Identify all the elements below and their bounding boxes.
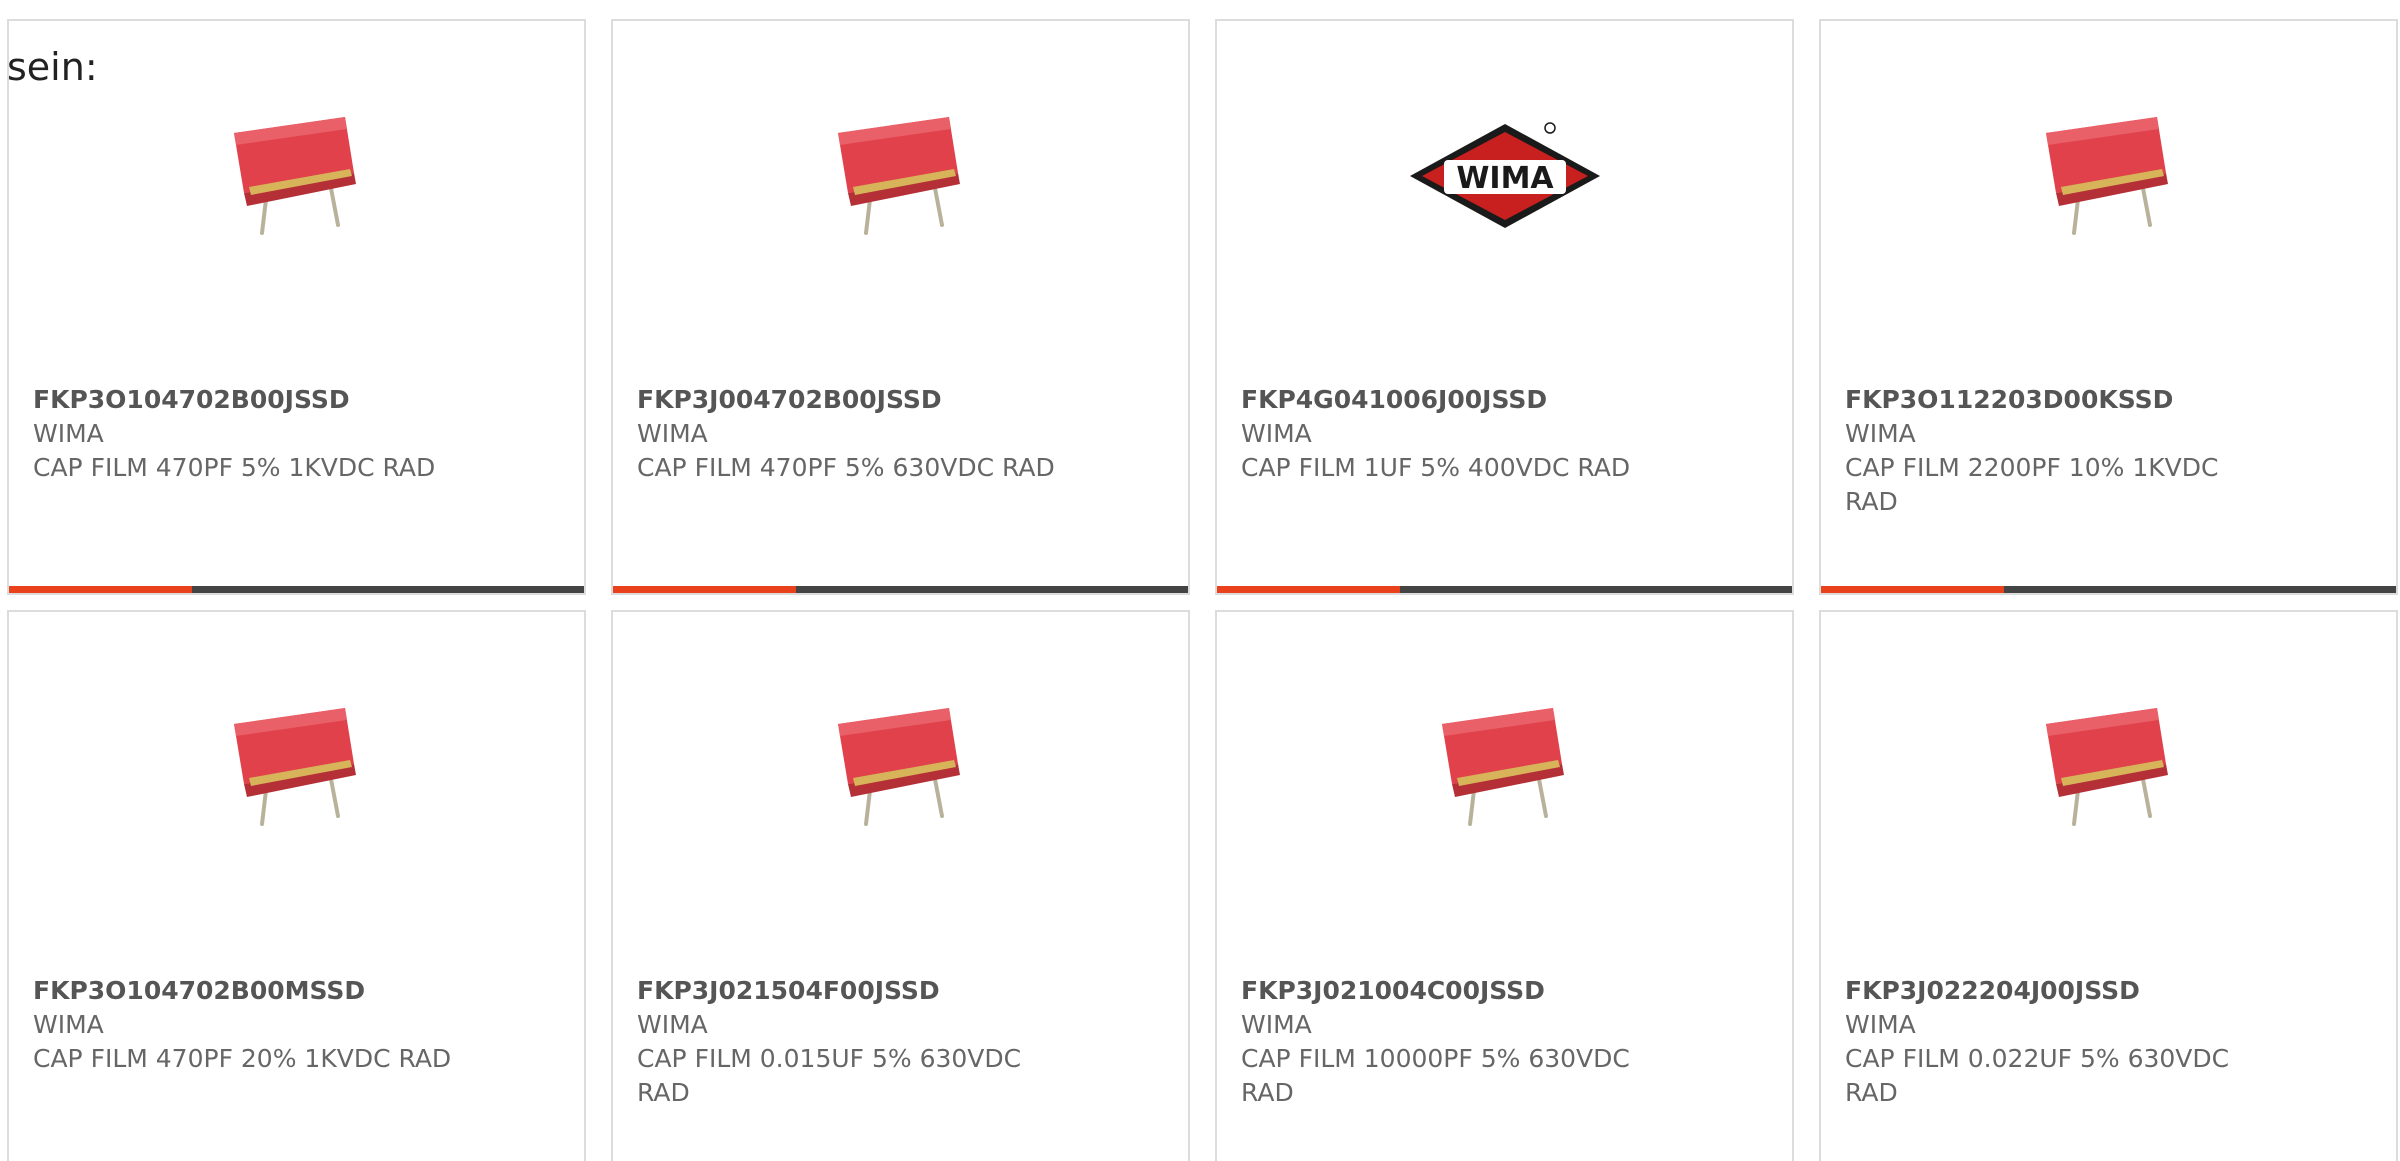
product-manufacturer: WIMA (33, 419, 104, 448)
card-accent-stripe (613, 586, 796, 593)
film-capacitor-image[interactable] (1217, 702, 1792, 832)
product-manufacturer: WIMA (1845, 419, 1916, 448)
product-part-number[interactable]: FKP3J021504F00JSSD (637, 974, 1057, 1008)
film-capacitor-image[interactable] (1821, 702, 2396, 832)
product-part-number[interactable]: FKP3O104702B00JSSD (33, 383, 453, 417)
product-manufacturer: WIMA (33, 1010, 104, 1039)
card-bottom-bar (9, 586, 584, 593)
film-capacitor-image[interactable] (613, 111, 1188, 241)
film-capacitor-image[interactable] (613, 702, 1188, 832)
product-info: FKP3J021504F00JSSD WIMA CAP FILM 0.015UF 5… (637, 974, 1057, 1110)
product-info: FKP3O104702B00MSSD WIMA CAP FILM 470PF 20%… (33, 974, 453, 1076)
card-accent-stripe (1217, 586, 1400, 593)
product-info: FKP3J021004C00JSSD WIMA CAP FILM 10000PF 5… (1241, 974, 1661, 1110)
product-part-number[interactable]: FKP3O112203D00KSSD (1845, 383, 2265, 417)
product-card[interactable]: FKP3J004702B00JSSD WIMA CAP FILM 470PF 5% … (611, 19, 1190, 595)
product-card[interactable]: FKP3J021004C00JSSD WIMA CAP FILM 10000PF 5… (1215, 610, 1794, 1161)
product-manufacturer: WIMA (637, 419, 708, 448)
product-card[interactable]: FKP3J022204J00JSSD WIMA CAP FILM 0.022UF 5… (1819, 610, 2398, 1161)
product-grid-page: sein: FKP3O104702B00JSSD WIMA CAP FILM 470… (0, 0, 2400, 1161)
product-description: CAP FILM 0.022UF 5% 630VDC RAD (1845, 1044, 2230, 1107)
product-description: CAP FILM 1UF 5% 400VDC RAD (1241, 453, 1631, 482)
product-card[interactable]: FKP3O112203D00KSSD WIMA CAP FILM 2200PF 10… (1819, 19, 2398, 595)
product-part-number[interactable]: FKP3O104702B00MSSD (33, 974, 453, 1008)
product-part-number[interactable]: FKP4G041006J00JSSD (1241, 383, 1661, 417)
product-description: CAP FILM 0.015UF 5% 630VDC RAD (637, 1044, 1022, 1107)
card-bottom-bar (1821, 586, 2396, 593)
product-part-number[interactable]: FKP3J022204J00JSSD (1845, 974, 2265, 1008)
product-manufacturer: WIMA (1845, 1010, 1916, 1039)
product-description: CAP FILM 2200PF 10% 1KVDC RAD (1845, 453, 2219, 516)
product-description: CAP FILM 470PF 5% 630VDC RAD (637, 453, 1055, 482)
product-description: CAP FILM 470PF 5% 1KVDC RAD (33, 453, 436, 482)
product-card[interactable]: WIMA FKP4G041006J00JSSD WIMA CAP FILM 1UF 5… (1215, 19, 1794, 595)
product-description: CAP FILM 10000PF 5% 630VDC RAD (1241, 1044, 1630, 1107)
wima-logo-text: WIMA (1456, 161, 1554, 196)
wima-logo-image[interactable]: WIMA (1217, 111, 1792, 241)
product-card[interactable]: FKP3O104702B00JSSD WIMA CAP FILM 470PF 5% … (7, 19, 586, 595)
product-description: CAP FILM 470PF 20% 1KVDC RAD (33, 1044, 452, 1073)
product-part-number[interactable]: FKP3J021004C00JSSD (1241, 974, 1661, 1008)
product-part-number[interactable]: FKP3J004702B00JSSD (637, 383, 1057, 417)
product-info: FKP3J022204J00JSSD WIMA CAP FILM 0.022UF 5… (1845, 974, 2265, 1110)
card-accent-stripe (9, 586, 192, 593)
product-manufacturer: WIMA (1241, 419, 1312, 448)
card-bottom-bar (1217, 586, 1792, 593)
product-card[interactable]: FKP3O104702B00MSSD WIMA CAP FILM 470PF 20%… (7, 610, 586, 1161)
product-info: FKP3O112203D00KSSD WIMA CAP FILM 2200PF 10… (1845, 383, 2265, 519)
product-card[interactable]: FKP3J021504F00JSSD WIMA CAP FILM 0.015UF 5… (611, 610, 1190, 1161)
product-info: FKP3J004702B00JSSD WIMA CAP FILM 470PF 5% … (637, 383, 1057, 485)
card-accent-stripe (1821, 586, 2004, 593)
film-capacitor-image[interactable] (9, 111, 584, 241)
product-manufacturer: WIMA (637, 1010, 708, 1039)
card-bottom-bar (613, 586, 1188, 593)
product-info: FKP3O104702B00JSSD WIMA CAP FILM 470PF 5% … (33, 383, 453, 485)
lead-text: sein: (7, 45, 98, 89)
product-info: FKP4G041006J00JSSD WIMA CAP FILM 1UF 5% 40… (1241, 383, 1661, 485)
film-capacitor-image[interactable] (9, 702, 584, 832)
film-capacitor-image[interactable] (1821, 111, 2396, 241)
product-manufacturer: WIMA (1241, 1010, 1312, 1039)
